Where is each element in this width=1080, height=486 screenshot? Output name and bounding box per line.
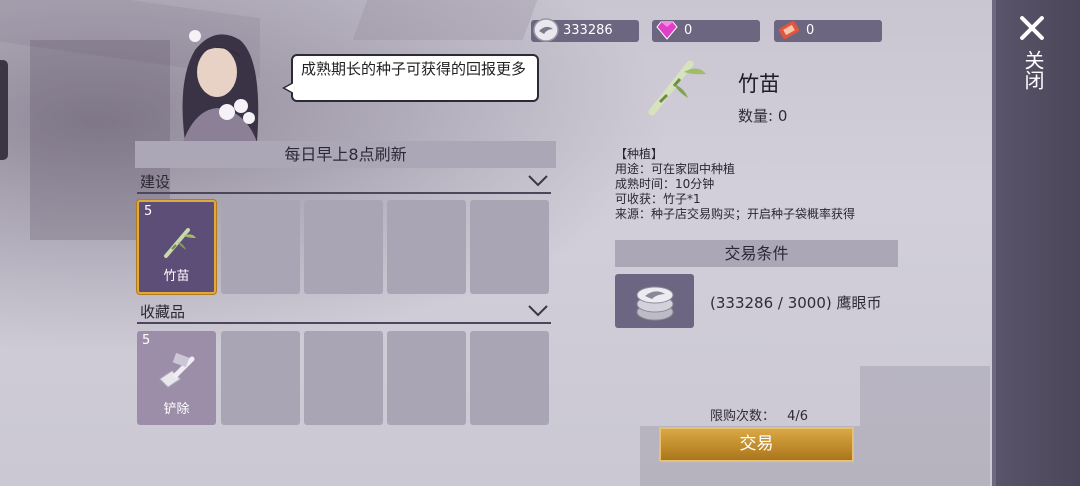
chevron-down-icon	[528, 305, 548, 317]
desc-line: 用途：可在家园中种植	[615, 162, 736, 176]
desc-line: 来源：种子店交易购买；开启种子袋概率获得	[615, 207, 856, 221]
shop-slot-empty	[387, 200, 466, 294]
category-header-collectibles[interactable]: 收藏品	[137, 302, 551, 324]
currency-diamond: 0	[652, 20, 760, 42]
shop-slot-empty	[304, 331, 383, 425]
trade-conditions-header: 交易条件	[615, 240, 898, 267]
refresh-notice: 每日早上8点刷新	[135, 141, 556, 168]
trade-currency-slot	[615, 274, 694, 328]
shop-slot-empty	[221, 200, 300, 294]
shovel-icon	[159, 352, 195, 388]
shop-slot-empty	[387, 331, 466, 425]
item-count: 5	[144, 204, 153, 219]
close-label: 关闭	[1021, 50, 1045, 90]
category-header-build[interactable]: 建设	[137, 172, 551, 194]
close-panel: 关闭	[992, 0, 1080, 486]
desc-line: 可收获：竹子*1	[615, 192, 701, 206]
currency-ticket-value: 0	[806, 23, 815, 38]
side-drawer-handle[interactable]	[0, 60, 8, 160]
desc-line: 成熟时间：10分钟	[615, 177, 715, 191]
close-icon	[1018, 14, 1046, 42]
purchase-limit-label: 限购次数：	[710, 409, 776, 424]
diamond-icon	[656, 21, 678, 40]
trade-button[interactable]: 交易	[659, 427, 854, 462]
shop-slot-empty	[470, 200, 549, 294]
shop-slot-empty	[304, 200, 383, 294]
desc-line: 【种植】	[615, 147, 664, 161]
item-description: 【种植】 用途：可在家园中种植 成熟时间：10分钟 可收获：竹子*1 来源：种子…	[615, 147, 855, 222]
npc-portrait	[182, 30, 259, 142]
purchase-limit: 限购次数： 4/6	[710, 405, 808, 424]
item-name: 铲除	[163, 402, 190, 417]
currency-ticket: 0	[774, 20, 882, 42]
item-name: 竹苗	[163, 269, 190, 284]
ticket-icon	[778, 21, 800, 39]
shop-slot-empty	[470, 331, 549, 425]
currency-eagle-coin-value: 333286	[563, 23, 613, 38]
item-count: 5	[142, 333, 151, 348]
purchase-limit-value: 4/6	[787, 409, 809, 424]
item-quantity: 数量: 0	[738, 107, 788, 125]
currency-diamond-value: 0	[684, 23, 693, 38]
npc-speech-bubble: 成熟期长的种子可获得的回报更多	[282, 54, 539, 102]
close-button[interactable]: 关闭	[1014, 14, 1054, 104]
shop-slot-shovel[interactable]: 5 铲除	[137, 331, 216, 425]
bamboo-icon	[648, 60, 706, 116]
eagle-coin-icon	[533, 18, 559, 42]
shop-slot-bamboo-seedling[interactable]: 5 竹苗	[137, 200, 216, 294]
category-label: 收藏品	[140, 303, 186, 321]
eagle-coin-icon	[636, 286, 674, 321]
trade-requirement: (333286 / 3000) 鹰眼币	[710, 294, 882, 312]
chevron-down-icon	[528, 175, 548, 187]
shop-slot-empty	[221, 331, 300, 425]
currency-eagle-coin: 333286	[531, 18, 639, 42]
bamboo-icon	[164, 228, 196, 258]
item-title: 竹苗	[738, 72, 780, 96]
category-label: 建设	[140, 173, 171, 191]
